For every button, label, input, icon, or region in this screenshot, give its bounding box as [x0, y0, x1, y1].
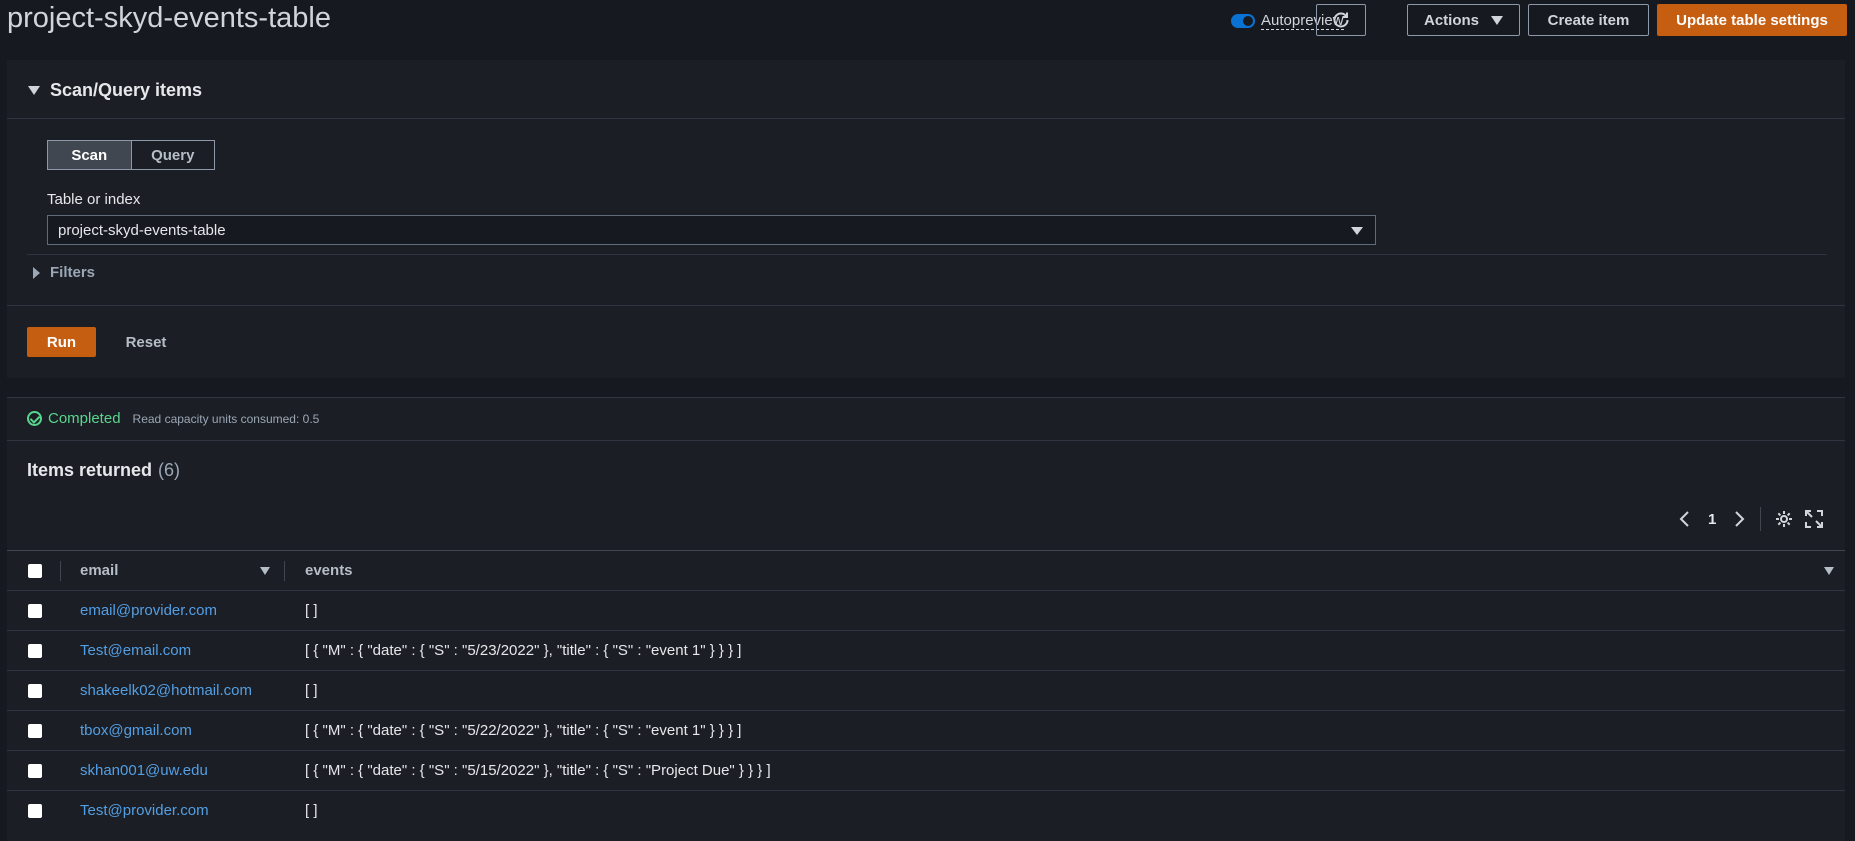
- refresh-icon: [1333, 12, 1349, 28]
- table-header-row: email events: [7, 550, 1845, 590]
- tab-scan[interactable]: Scan: [48, 141, 132, 169]
- results-count: (6): [158, 460, 181, 480]
- status-line: Completed Read capacity units consumed: …: [27, 410, 319, 427]
- divider: [7, 397, 1845, 398]
- events-cell: [ { "M" : { "date" : { "S" : "5/15/2022"…: [305, 762, 771, 779]
- divider: [27, 254, 1827, 255]
- table-row: email@provider.com [ ]: [7, 590, 1845, 630]
- check-circle-icon: [27, 411, 42, 426]
- pagination: 1: [1678, 507, 1824, 531]
- events-cell: [ { "M" : { "date" : { "S" : "5/23/2022"…: [305, 642, 742, 659]
- column-header-email[interactable]: email: [80, 562, 118, 579]
- caret-right-icon: [33, 266, 40, 279]
- select-all-checkbox[interactable]: [28, 563, 42, 578]
- results-title: Items returned: [27, 460, 153, 480]
- chevron-right-icon[interactable]: [1732, 510, 1746, 528]
- results-header: Items returned (6): [27, 460, 180, 481]
- chevron-left-icon[interactable]: [1678, 510, 1692, 528]
- gear-icon[interactable]: [1775, 510, 1793, 528]
- events-cell: [ { "M" : { "date" : { "S" : "5/22/2022"…: [305, 722, 742, 739]
- caret-down-icon: [1351, 227, 1363, 235]
- table-or-index-label: Table or index: [47, 191, 141, 208]
- status-text: Completed: [48, 410, 121, 427]
- row-checkbox[interactable]: [28, 803, 42, 818]
- reset-button[interactable]: Reset: [116, 327, 176, 357]
- column-header-events[interactable]: events: [305, 562, 353, 579]
- table-row: shakeelk02@hotmail.com [ ]: [7, 670, 1845, 710]
- caret-down-icon: [1491, 15, 1503, 25]
- actions-dropdown-button[interactable]: Actions: [1407, 4, 1520, 36]
- table-select[interactable]: project-skyd-events-table: [47, 215, 1376, 245]
- divider: [1760, 507, 1762, 531]
- run-button[interactable]: Run: [27, 327, 96, 357]
- row-checkbox[interactable]: [28, 723, 42, 738]
- row-checkbox[interactable]: [28, 683, 42, 698]
- table-row: Test@email.com [ { "M" : { "date" : { "S…: [7, 630, 1845, 670]
- scan-query-header[interactable]: Scan/Query items: [28, 80, 202, 101]
- table-select-value: project-skyd-events-table: [58, 221, 226, 239]
- fullscreen-icon[interactable]: [1805, 510, 1824, 528]
- section-title: Scan/Query items: [50, 80, 203, 100]
- email-link[interactable]: email@provider.com: [80, 602, 217, 619]
- filters-expander[interactable]: Filters: [33, 264, 95, 281]
- column-separator: [60, 560, 61, 581]
- column-separator: [284, 560, 285, 581]
- page-number[interactable]: 1: [1708, 511, 1716, 528]
- filters-label: Filters: [50, 264, 96, 281]
- row-checkbox[interactable]: [28, 603, 42, 618]
- sort-icon[interactable]: [1824, 566, 1834, 575]
- email-link[interactable]: Test@email.com: [80, 642, 191, 659]
- email-link[interactable]: tbox@gmail.com: [80, 722, 192, 739]
- divider: [7, 118, 1845, 119]
- events-cell: [ ]: [305, 682, 318, 699]
- table-row: tbox@gmail.com [ { "M" : { "date" : { "S…: [7, 710, 1845, 750]
- events-cell: [ ]: [305, 802, 318, 819]
- events-cell: [ ]: [305, 602, 318, 619]
- table-row: skhan001@uw.edu [ { "M" : { "date" : { "…: [7, 750, 1845, 790]
- refresh-button[interactable]: [1316, 4, 1366, 36]
- email-link[interactable]: shakeelk02@hotmail.com: [80, 682, 252, 699]
- tab-query[interactable]: Query: [132, 141, 215, 169]
- create-item-button[interactable]: Create item: [1528, 4, 1649, 36]
- toggle-switch[interactable]: [1231, 14, 1255, 28]
- divider: [7, 305, 1845, 306]
- caret-down-icon: [28, 86, 40, 95]
- actions-label: Actions: [1423, 11, 1479, 29]
- row-checkbox[interactable]: [28, 643, 42, 658]
- table-row: Test@provider.com [ ]: [7, 790, 1845, 830]
- status-detail: Read capacity units consumed: 0.5: [132, 411, 320, 426]
- update-table-settings-button[interactable]: Update table settings: [1657, 4, 1847, 36]
- sort-icon[interactable]: [260, 566, 270, 575]
- email-link[interactable]: Test@provider.com: [80, 802, 209, 819]
- scan-query-segmented-control[interactable]: Scan Query: [47, 140, 215, 170]
- email-link[interactable]: skhan001@uw.edu: [80, 762, 208, 779]
- row-checkbox[interactable]: [28, 763, 42, 778]
- page-title: project-skyd-events-table: [7, 2, 331, 34]
